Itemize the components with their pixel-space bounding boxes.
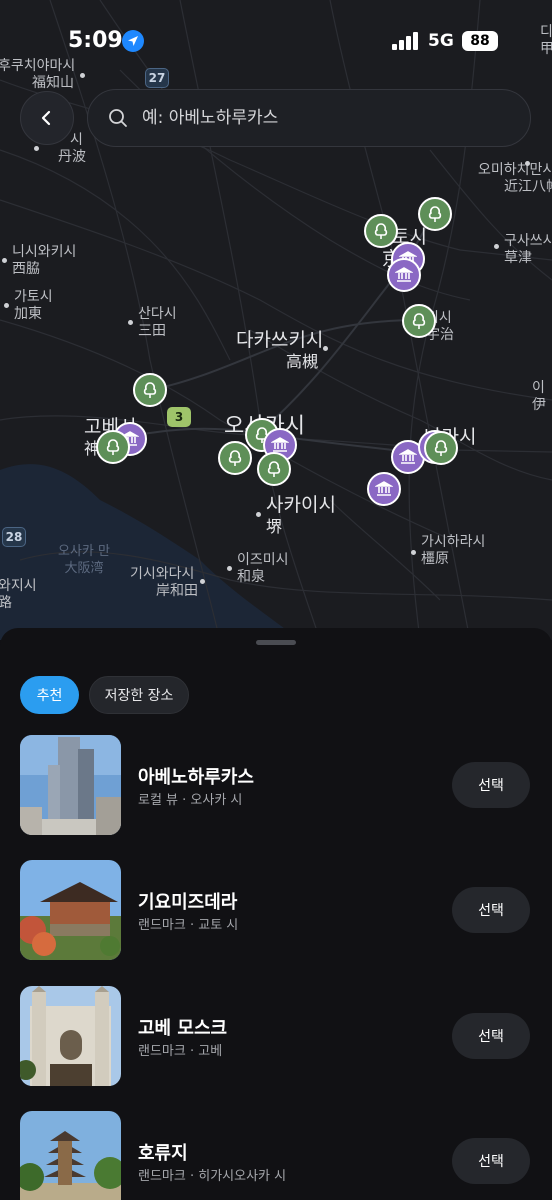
place-thumbnail — [20, 1111, 121, 1200]
select-button[interactable]: 선택 — [452, 762, 530, 808]
status-time: 5:09 — [68, 28, 123, 53]
map-dot — [2, 258, 7, 263]
map-label-kishiwada: 기시와다시 岸和田 — [130, 566, 198, 599]
search-bar[interactable] — [87, 89, 531, 147]
map-dot — [128, 320, 133, 325]
route-badge: 3 — [167, 407, 191, 427]
place-thumbnail — [20, 986, 121, 1086]
search-icon — [109, 109, 127, 127]
museum-pin[interactable] — [367, 472, 401, 506]
map-label-omihachiman: 오미하치만시近江八幡 — [478, 162, 552, 195]
list-item[interactable]: 아베노하루카스 로컬 뷰 · 오사카 시 선택 — [0, 735, 552, 835]
location-arrow-icon — [122, 30, 144, 52]
place-title: 아베노하루카스 — [138, 767, 254, 788]
map-label-kashihara: 가시하라시 橿原 — [421, 534, 486, 567]
select-button[interactable]: 선택 — [452, 887, 530, 933]
list-item[interactable]: 고베 모스크 랜드마크 · 고베 선택 — [0, 986, 552, 1086]
tree-pin[interactable] — [418, 197, 452, 231]
route-badge: 28 — [2, 527, 26, 547]
tree-pin[interactable] — [96, 430, 130, 464]
place-title: 고베 모스크 — [138, 1018, 228, 1039]
map-dot — [80, 73, 85, 78]
map-dot — [323, 346, 328, 351]
map-dot — [4, 303, 9, 308]
tree-icon — [228, 450, 242, 466]
map-dot — [200, 579, 205, 584]
tree-pin[interactable] — [218, 441, 252, 475]
tree-pin[interactable] — [364, 214, 398, 248]
map-label-kato: 가토시 加東 — [14, 289, 53, 322]
map-dot — [411, 550, 416, 555]
map-label-ig: 이伊 — [532, 380, 546, 413]
search-input[interactable] — [142, 108, 502, 128]
tree-pin[interactable] — [424, 431, 458, 465]
map-dot — [525, 161, 530, 166]
route-badge: 27 — [145, 68, 169, 88]
place-thumbnail — [20, 860, 121, 960]
sheet-handle[interactable] — [256, 640, 296, 645]
map-dot — [494, 244, 499, 249]
map-label-nishiwaki: 니시와키시 西脇 — [12, 244, 77, 277]
tree-icon — [412, 313, 426, 329]
tree-icon — [434, 440, 448, 456]
place-thumbnail — [20, 735, 121, 835]
network-type: 5G — [428, 31, 454, 51]
place-title: 호류지 — [138, 1143, 188, 1164]
map-dot — [34, 146, 39, 151]
tree-pin[interactable] — [402, 304, 436, 338]
tree-icon — [428, 206, 442, 222]
tree-icon — [267, 461, 281, 477]
tree-icon — [106, 439, 120, 455]
tree-icon — [143, 382, 157, 398]
map-label-osaka-bay: 오사카 만 大阪湾 — [58, 544, 110, 576]
place-subtitle: 로컬 뷰 · 오사카 시 — [138, 793, 243, 808]
museum-pin[interactable] — [387, 258, 421, 292]
place-title: 기요미즈데라 — [138, 892, 238, 913]
tree-icon — [374, 223, 388, 239]
places-sheet: 추천 저장한 장소 아베노하루카스 로컬 뷰 · 오사카 시 선택 기요미즈데라… — [0, 628, 552, 1200]
place-subtitle: 랜드마크 · 교토 시 — [138, 918, 239, 933]
map-label-sakai: 사카이시 堺 — [266, 494, 336, 536]
place-subtitle: 랜드마크 · 고베 — [138, 1044, 223, 1059]
list-item[interactable]: 기요미즈데라 랜드마크 · 교토 시 선택 — [0, 860, 552, 960]
select-button[interactable]: 선택 — [452, 1013, 530, 1059]
status-bar: 5:09 5G 88 — [0, 22, 552, 62]
museum-icon — [395, 267, 413, 282]
map-dot — [227, 566, 232, 571]
tab-recommended[interactable]: 추천 — [20, 676, 79, 714]
map-label-izumi: 이즈미시 和泉 — [237, 552, 289, 585]
museum-icon — [375, 481, 393, 496]
signal-icon — [392, 32, 418, 50]
list-item[interactable]: 호류지 랜드마크 · 히가시오사카 시 선택 — [0, 1111, 552, 1200]
map-label-sanda: 산다시 三田 — [138, 306, 177, 339]
tree-pin[interactable] — [133, 373, 167, 407]
map-label-awaji: 와지시 路 — [0, 578, 37, 611]
back-button[interactable] — [20, 91, 74, 145]
tab-saved-places[interactable]: 저장한 장소 — [89, 676, 189, 714]
map-label-fukuchiyama: 후쿠치야마시 福知山 — [0, 58, 76, 91]
battery-indicator: 88 — [462, 31, 498, 51]
map-label-kusatsu: 구사쓰시 草津 — [504, 233, 552, 266]
museum-icon — [399, 449, 417, 464]
tree-pin[interactable] — [257, 452, 291, 486]
chevron-left-icon — [41, 110, 51, 126]
map-dot — [256, 512, 261, 517]
map-label-takatsuki: 다카쓰키시 高槻 — [236, 329, 324, 371]
place-subtitle: 랜드마크 · 히가시오사카 시 — [138, 1169, 287, 1184]
select-button[interactable]: 선택 — [452, 1138, 530, 1184]
